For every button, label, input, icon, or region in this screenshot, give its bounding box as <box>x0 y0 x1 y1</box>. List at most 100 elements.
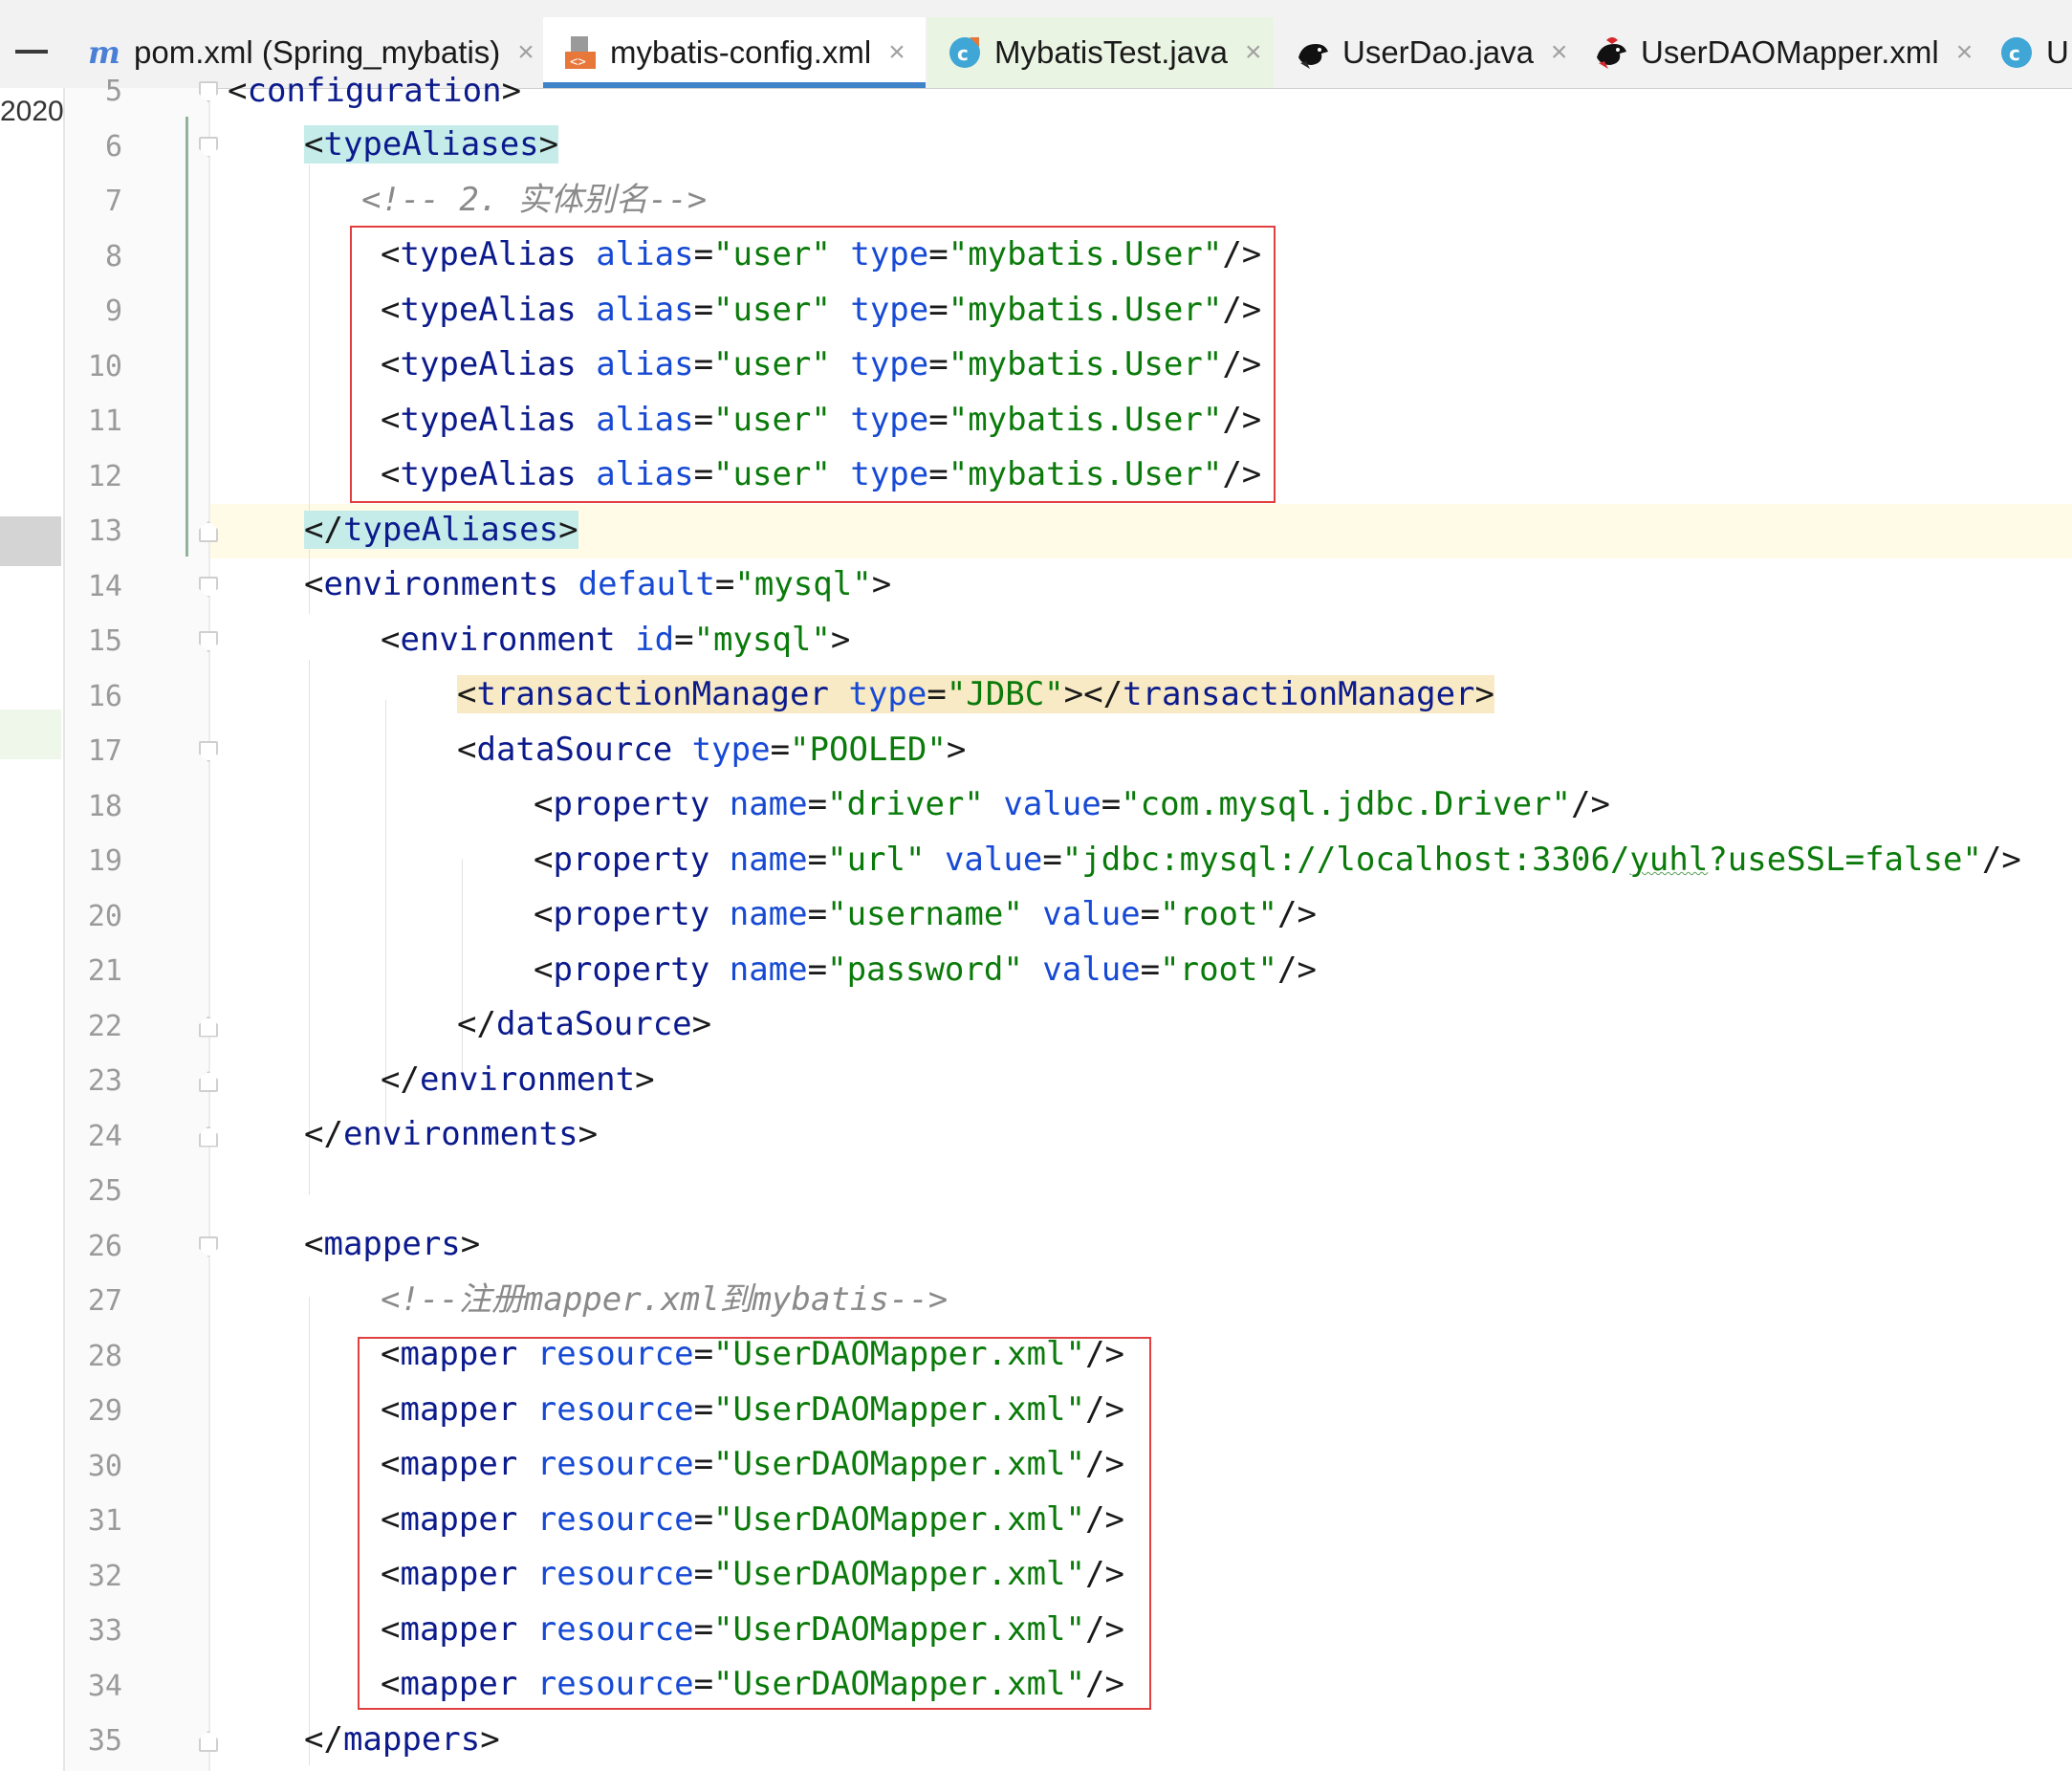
close-icon[interactable]: × <box>1245 36 1262 69</box>
code-comment[interactable]: <!--注册mapper.xml到mybatis--> <box>381 1273 948 1327</box>
bracket: > <box>501 72 522 110</box>
tag-name: environments <box>323 565 559 603</box>
line-number[interactable]: 7 <box>65 174 122 229</box>
code-line-19[interactable]: <property name="url" value="jdbc:mysql:/… <box>534 833 2021 887</box>
line-number[interactable]: 9 <box>65 284 122 339</box>
tab-u-class[interactable]: c U <box>1979 17 2072 88</box>
highlight-box-mappers <box>358 1337 1151 1710</box>
code-line-23[interactable]: </environment> <box>381 1053 655 1107</box>
code-line-6[interactable]: <typeAliases> <box>304 118 559 172</box>
line-number[interactable]: 18 <box>65 779 122 834</box>
line-number[interactable]: 26 <box>65 1219 122 1274</box>
tab-mybatistest-java[interactable]: c MybatisTest.java × <box>927 17 1274 88</box>
equals: = <box>927 675 947 713</box>
bracket: < <box>457 675 477 713</box>
code-line-18[interactable]: <property name="driver" value="com.mysql… <box>534 777 1610 832</box>
tab-userdao-java[interactable]: UserDao.java × <box>1276 17 1567 88</box>
bracket: < <box>534 841 554 879</box>
bracket: > <box>480 1720 500 1759</box>
code-line-15[interactable]: <environment id="mysql"> <box>381 613 850 667</box>
line-number[interactable]: 31 <box>65 1494 122 1548</box>
line-number[interactable]: 13 <box>65 504 122 558</box>
svg-text:c: c <box>957 42 969 65</box>
line-number[interactable]: 34 <box>65 1659 122 1714</box>
code-comment[interactable]: <!-- 2. 实体别名--> <box>361 173 707 228</box>
attribute-name: value <box>1003 785 1101 823</box>
code-line-13[interactable]: </typeAliases> <box>304 503 578 558</box>
project-panel-edge <box>0 88 63 1771</box>
attribute-name: name <box>729 951 808 989</box>
line-number[interactable]: 12 <box>65 449 122 504</box>
project-panel-text: 2020 <box>0 96 64 127</box>
tag-name: property <box>553 785 710 823</box>
tab-mybatis-config-xml[interactable]: <> mybatis-config.xml × <box>543 17 926 88</box>
line-number[interactable]: 20 <box>65 889 122 944</box>
line-number[interactable]: 29 <box>65 1384 122 1438</box>
bracket: > <box>538 125 559 164</box>
line-number[interactable]: 17 <box>65 724 122 778</box>
code-line-24[interactable]: </environments> <box>304 1107 598 1162</box>
code-line-14[interactable]: <environments default="mysql"> <box>304 558 891 612</box>
class-icon: c <box>1998 34 2035 71</box>
bracket: > <box>635 1060 655 1099</box>
equals: = <box>714 565 735 603</box>
line-number[interactable]: 11 <box>65 394 122 448</box>
code-line-21[interactable]: <property name="password" value="root"/> <box>534 943 1317 997</box>
tag-name: dataSource <box>495 1005 692 1043</box>
vcs-change-marker[interactable] <box>185 117 188 557</box>
attribute-value: "username" <box>827 895 1023 933</box>
attribute-value: "jdbc:mysql://localhost:3306/ <box>1061 841 1630 879</box>
attribute-name: id <box>635 621 675 659</box>
line-number[interactable]: 16 <box>65 669 122 724</box>
line-number[interactable]: 30 <box>65 1439 122 1494</box>
code-line-16[interactable]: <transactionManager type="JDBC"></transa… <box>457 667 1495 722</box>
indent-guide <box>309 1297 310 1765</box>
line-number[interactable]: 27 <box>65 1274 122 1328</box>
attribute-value: "root" <box>1160 951 1277 989</box>
attribute-name: name <box>729 895 808 933</box>
bracket: /> <box>1276 951 1317 989</box>
project-panel-marker <box>0 710 61 759</box>
bracket: </ <box>304 511 343 549</box>
close-icon[interactable]: × <box>1551 36 1568 69</box>
code-line-17[interactable]: <dataSource type="POOLED"> <box>457 723 966 777</box>
equals: = <box>1101 785 1122 823</box>
line-number[interactable]: 6 <box>65 120 122 174</box>
line-number[interactable]: 32 <box>65 1549 122 1604</box>
line-number[interactable]: 19 <box>65 834 122 888</box>
line-number[interactable]: 25 <box>65 1164 122 1218</box>
tab-userdaomapper-xml[interactable]: UserDAOMapper.xml × <box>1574 17 1973 88</box>
bracket: > <box>1474 675 1495 713</box>
line-number[interactable]: 8 <box>65 230 122 284</box>
code-line-22[interactable]: </dataSource> <box>457 997 711 1052</box>
line-number[interactable]: 33 <box>65 1604 122 1658</box>
line-number[interactable]: 14 <box>65 559 122 614</box>
attribute-name: default <box>578 565 715 603</box>
minimize-icon[interactable] <box>15 50 48 54</box>
equals: = <box>1140 951 1161 989</box>
bracket: < <box>457 731 477 769</box>
line-number[interactable]: 23 <box>65 1054 122 1108</box>
line-number[interactable]: 35 <box>65 1714 122 1768</box>
line-number[interactable]: 28 <box>65 1329 122 1384</box>
bracket: /> <box>1276 895 1317 933</box>
line-number[interactable]: 24 <box>65 1109 122 1164</box>
line-number[interactable]: 21 <box>65 944 122 998</box>
code-editor[interactable]: <configuration> <typeAliases> <!-- 2. 实体… <box>210 72 2072 1771</box>
code-line-20[interactable]: <property name="username" value="root"/> <box>534 887 1317 942</box>
code-line-5[interactable]: <configuration> <box>228 64 521 119</box>
close-icon[interactable]: × <box>888 36 905 69</box>
code-line-26[interactable]: <mappers> <box>304 1217 480 1272</box>
attribute-value: "JDBC" <box>946 675 1064 713</box>
attribute-value: "driver" <box>827 785 984 823</box>
top-toolbar-strip <box>0 0 2072 13</box>
line-number[interactable]: 22 <box>65 999 122 1054</box>
line-number[interactable]: 5 <box>65 64 122 119</box>
close-icon[interactable]: × <box>1956 36 1974 69</box>
attribute-name: name <box>729 785 808 823</box>
tab-label: UserDAOMapper.xml <box>1641 34 1939 70</box>
code-line-35[interactable]: </mappers> <box>304 1713 500 1767</box>
tag-name: property <box>553 895 710 933</box>
line-number[interactable]: 10 <box>65 339 122 394</box>
line-number[interactable]: 15 <box>65 614 122 668</box>
